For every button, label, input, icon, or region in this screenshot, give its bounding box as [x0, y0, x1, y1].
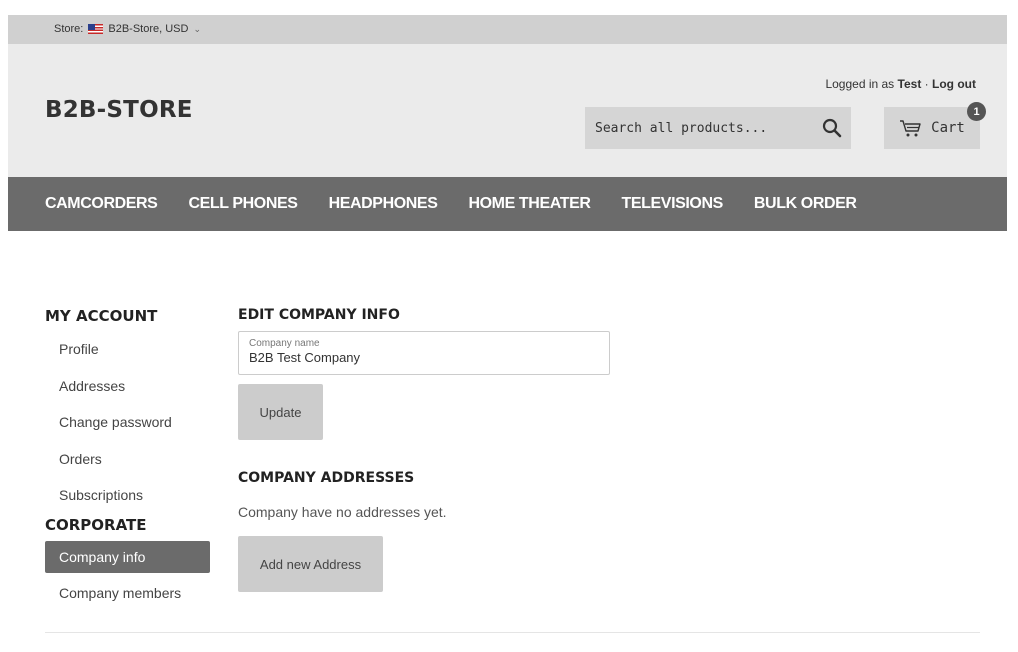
store-label: Store:	[54, 23, 84, 35]
sidebar-item-profile[interactable]: Profile	[45, 331, 215, 368]
user-name: Test	[897, 77, 922, 91]
site-logo[interactable]: B2B-STORE	[45, 97, 193, 123]
sidebar-item-orders[interactable]: Orders	[45, 441, 215, 478]
login-separator: ·	[924, 77, 929, 91]
us-flag-icon	[88, 24, 104, 34]
search-input[interactable]	[585, 107, 805, 149]
nav-item-camcorders[interactable]: CAMCORDERS	[45, 195, 158, 213]
update-button[interactable]: Update	[238, 384, 323, 440]
company-name-input[interactable]	[249, 350, 599, 365]
corporate-menu: Company info Company members	[45, 540, 215, 612]
store-selector[interactable]: Store: B2B-Store, USD ⌄	[54, 23, 201, 35]
nav-item-home-theater[interactable]: HOME THEATER	[468, 195, 590, 213]
main-navigation: CAMCORDERS CELL PHONES HEADPHONES HOME T…	[8, 177, 1007, 231]
sidebar-item-company-info[interactable]: Company info	[45, 540, 210, 573]
logout-link[interactable]: Log out	[932, 77, 976, 91]
edit-company-heading: EDIT COMPANY INFO	[238, 307, 400, 323]
nav-item-headphones[interactable]: HEADPHONES	[329, 195, 438, 213]
company-content: EDIT COMPANY INFO Company name Update CO…	[238, 307, 618, 592]
corporate-heading: CORPORATE	[45, 515, 147, 534]
search-button[interactable]	[821, 117, 843, 139]
search-box	[585, 107, 851, 149]
sidebar-item-subscriptions[interactable]: Subscriptions	[45, 477, 215, 514]
nav-item-cell-phones[interactable]: CELL PHONES	[188, 195, 298, 213]
my-account-heading: MY ACCOUNT	[45, 307, 158, 325]
sidebar-item-company-members[interactable]: Company members	[45, 575, 215, 612]
nav-item-televisions[interactable]: TELEVISIONS	[622, 195, 724, 213]
cart-count-badge: 1	[967, 102, 986, 121]
company-addresses-heading: COMPANY ADDRESSES	[238, 470, 415, 486]
chevron-down-icon: ⌄	[193, 23, 201, 34]
cart-label: Cart	[931, 120, 965, 136]
my-account-menu: Profile Addresses Change password Orders…	[45, 331, 215, 514]
sidebar-item-addresses[interactable]: Addresses	[45, 368, 215, 405]
top-bar: Store: B2B-Store, USD ⌄	[8, 15, 1007, 44]
footer-divider	[45, 632, 980, 633]
company-name-field: Company name	[238, 331, 610, 375]
cart-icon	[900, 120, 921, 137]
no-addresses-message: Company have no addresses yet.	[238, 504, 447, 520]
account-sidebar: MY ACCOUNT Profile Addresses Change pass…	[45, 307, 215, 611]
logged-in-prefix: Logged in as	[825, 77, 895, 91]
sidebar-item-change-password[interactable]: Change password	[45, 404, 215, 441]
login-status: Logged in as Test · Log out	[825, 77, 976, 91]
store-value: B2B-Store, USD	[108, 23, 189, 35]
company-name-label: Company name	[249, 338, 320, 349]
site-header: B2B-STORE Logged in as Test · Log out Ca…	[8, 44, 1007, 177]
cart-button[interactable]: Cart 1	[884, 102, 986, 149]
search-icon	[822, 118, 842, 138]
add-address-button[interactable]: Add new Address	[238, 536, 383, 592]
nav-item-bulk-order[interactable]: BULK ORDER	[754, 195, 857, 213]
